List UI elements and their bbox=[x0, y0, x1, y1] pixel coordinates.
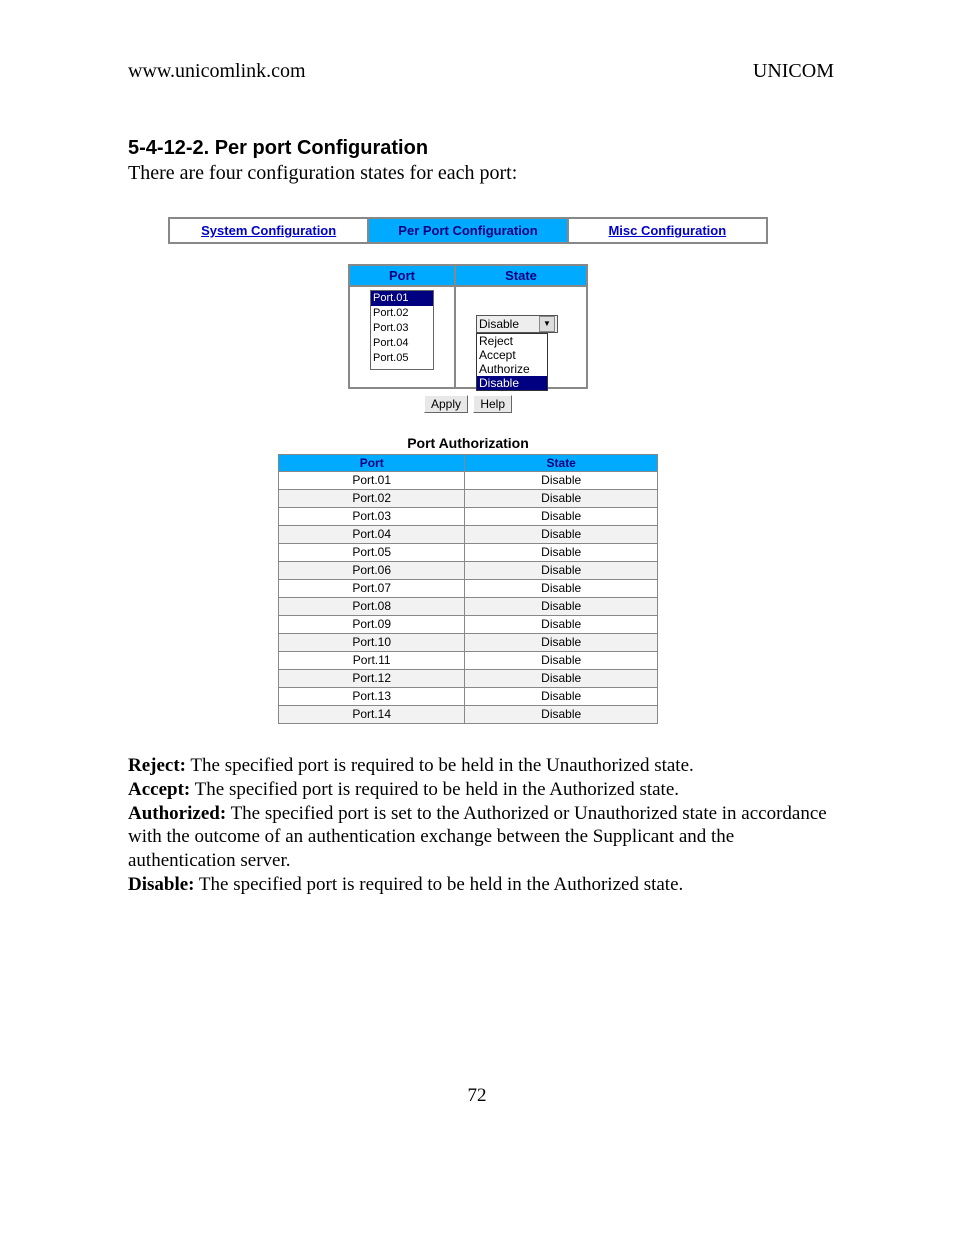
auth-port-cell: Port.04 bbox=[279, 526, 465, 544]
config-selection-table: Port State Port.01 Port.02 Port.03 Port.… bbox=[348, 264, 588, 389]
auth-port-cell: Port.05 bbox=[279, 544, 465, 562]
auth-state-cell: Disable bbox=[465, 580, 658, 598]
definitions-block: Reject: The specified port is required t… bbox=[128, 754, 834, 897]
table-row: Port.03Disable bbox=[279, 508, 658, 526]
col-port: Port bbox=[349, 265, 455, 286]
table-row: Port.09Disable bbox=[279, 616, 658, 634]
table-row: Port.12Disable bbox=[279, 670, 658, 688]
list-item[interactable]: Port.02 bbox=[371, 306, 433, 321]
header-right: UNICOM bbox=[753, 60, 834, 83]
list-item[interactable]: Port.04 bbox=[371, 336, 433, 351]
state-dropdown-options[interactable]: Reject Accept Authorize Disable bbox=[476, 333, 548, 391]
table-row: Port.06Disable bbox=[279, 562, 658, 580]
auth-port-cell: Port.11 bbox=[279, 652, 465, 670]
auth-port-cell: Port.09 bbox=[279, 616, 465, 634]
nav-per-port-config[interactable]: Per Port Configuration bbox=[369, 219, 568, 244]
auth-state-cell: Disable bbox=[465, 508, 658, 526]
auth-port-cell: Port.08 bbox=[279, 598, 465, 616]
auth-port-cell: Port.13 bbox=[279, 688, 465, 706]
auth-state-cell: Disable bbox=[465, 688, 658, 706]
col-state: State bbox=[455, 265, 587, 286]
page-number: 72 bbox=[0, 1085, 954, 1107]
def-reject-text: The specified port is required to be hel… bbox=[186, 755, 694, 776]
auth-state-cell: Disable bbox=[465, 652, 658, 670]
def-accept-text: The specified port is required to be hel… bbox=[190, 779, 679, 800]
state-opt-authorize[interactable]: Authorize bbox=[477, 362, 547, 376]
auth-state-cell: Disable bbox=[465, 670, 658, 688]
state-opt-disable[interactable]: Disable bbox=[477, 376, 547, 390]
nav-misc-config[interactable]: Misc Configuration bbox=[569, 219, 768, 244]
table-row: Port.02Disable bbox=[279, 490, 658, 508]
port-auth-table: Port State Port.01DisablePort.02DisableP… bbox=[278, 454, 658, 724]
def-authorized-label: Authorized: bbox=[128, 803, 226, 824]
auth-port-cell: Port.03 bbox=[279, 508, 465, 526]
auth-state-cell: Disable bbox=[465, 544, 658, 562]
table-row: Port.13Disable bbox=[279, 688, 658, 706]
auth-port-cell: Port.14 bbox=[279, 706, 465, 724]
nav-system-config[interactable]: System Configuration bbox=[170, 219, 369, 244]
auth-state-cell: Disable bbox=[465, 562, 658, 580]
table-row: Port.08Disable bbox=[279, 598, 658, 616]
auth-port-cell: Port.10 bbox=[279, 634, 465, 652]
table-row: Port.04Disable bbox=[279, 526, 658, 544]
section-title: 5-4-12-2. Per port Configuration bbox=[128, 137, 834, 160]
auth-col-port: Port bbox=[279, 455, 465, 472]
auth-state-cell: Disable bbox=[465, 472, 658, 490]
auth-state-cell: Disable bbox=[465, 634, 658, 652]
config-screenshot: System Configuration Per Port Configurat… bbox=[168, 217, 768, 724]
state-select-value: Disable bbox=[479, 317, 519, 331]
state-select[interactable]: Disable ▼ bbox=[476, 315, 558, 333]
chevron-down-icon[interactable]: ▼ bbox=[539, 316, 555, 332]
auth-port-cell: Port.12 bbox=[279, 670, 465, 688]
list-item[interactable]: Port.03 bbox=[371, 321, 433, 336]
def-reject-label: Reject: bbox=[128, 755, 186, 776]
table-row: Port.07Disable bbox=[279, 580, 658, 598]
def-disable-text: The specified port is required to be hel… bbox=[195, 874, 684, 895]
table-row: Port.05Disable bbox=[279, 544, 658, 562]
list-item[interactable]: Port.05 bbox=[371, 351, 433, 366]
def-authorized-text: The specified port is set to the Authori… bbox=[128, 803, 827, 872]
help-button[interactable]: Help bbox=[473, 395, 512, 413]
auth-port-cell: Port.02 bbox=[279, 490, 465, 508]
table-row: Port.11Disable bbox=[279, 652, 658, 670]
section-intro: There are four configuration states for … bbox=[128, 162, 834, 185]
auth-port-cell: Port.07 bbox=[279, 580, 465, 598]
apply-button[interactable]: Apply bbox=[424, 395, 468, 413]
state-opt-reject[interactable]: Reject bbox=[477, 334, 547, 348]
state-opt-accept[interactable]: Accept bbox=[477, 348, 547, 362]
auth-state-cell: Disable bbox=[465, 598, 658, 616]
def-disable-label: Disable: bbox=[128, 874, 195, 895]
auth-state-cell: Disable bbox=[465, 526, 658, 544]
auth-col-state: State bbox=[465, 455, 658, 472]
auth-port-cell: Port.06 bbox=[279, 562, 465, 580]
config-navbar: System Configuration Per Port Configurat… bbox=[168, 217, 768, 244]
auth-state-cell: Disable bbox=[465, 616, 658, 634]
auth-state-cell: Disable bbox=[465, 490, 658, 508]
auth-port-cell: Port.01 bbox=[279, 472, 465, 490]
port-auth-title: Port Authorization bbox=[168, 435, 768, 451]
table-row: Port.14Disable bbox=[279, 706, 658, 724]
header-left: www.unicomlink.com bbox=[128, 60, 306, 83]
def-accept-label: Accept: bbox=[128, 779, 190, 800]
table-row: Port.10Disable bbox=[279, 634, 658, 652]
auth-state-cell: Disable bbox=[465, 706, 658, 724]
port-select-list[interactable]: Port.01 Port.02 Port.03 Port.04 Port.05 bbox=[370, 290, 434, 370]
table-row: Port.01Disable bbox=[279, 472, 658, 490]
list-item[interactable]: Port.01 bbox=[371, 291, 433, 306]
